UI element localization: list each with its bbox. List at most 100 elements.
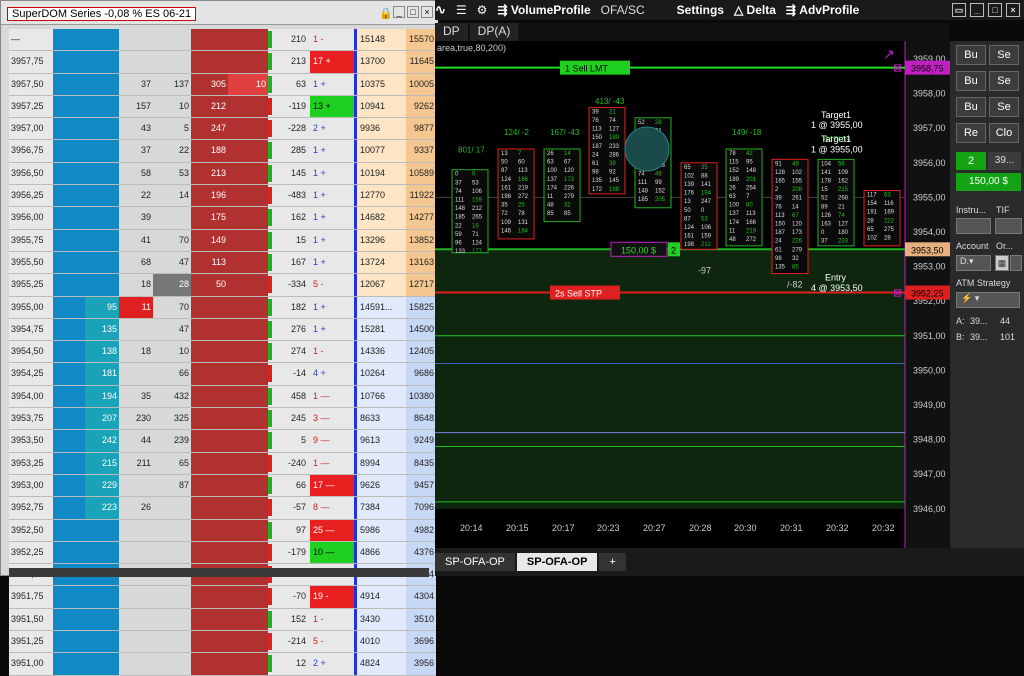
dom-cell-a[interactable] — [53, 185, 85, 207]
dom-cell-a[interactable] — [53, 452, 85, 474]
sell-button[interactable]: Se — [989, 97, 1019, 117]
dom-cell-f[interactable] — [228, 296, 268, 318]
dom-cell-c[interactable]: 41 — [119, 229, 153, 251]
dom-cell-f[interactable] — [228, 653, 268, 675]
dom-cell-b[interactable] — [85, 185, 119, 207]
dom-cell-b[interactable] — [85, 541, 119, 564]
dom-row[interactable]: 3952,75 223 26 -57 8 —7384 7096 — [9, 497, 436, 520]
dom-cell-b[interactable] — [85, 631, 119, 653]
delta-button[interactable]: △ Delta — [734, 3, 776, 17]
dom-cell-b[interactable] — [85, 162, 119, 185]
dom-cell-e[interactable] — [191, 296, 228, 318]
dom-cell-d[interactable] — [153, 631, 191, 653]
dom-cell-b[interactable]: 138 — [85, 341, 119, 363]
dom-cell-c[interactable] — [119, 586, 153, 608]
dom-cell-b[interactable]: 194 — [85, 385, 119, 408]
dom-cell-d[interactable]: 239 — [153, 430, 191, 452]
dom-row[interactable]: 3952,50 97 25 —5986 4982 — [9, 519, 436, 542]
dom-cell-b[interactable] — [85, 653, 119, 675]
dom-cell-f[interactable] — [228, 95, 268, 118]
minimize-icon[interactable]: _ — [393, 6, 405, 18]
tif-select[interactable] — [995, 218, 1022, 234]
dom-row[interactable]: 3951,50 152 1 -3430 3510 — [9, 608, 436, 632]
dom-cell-b[interactable]: 135 — [85, 318, 119, 341]
dom-cell-c[interactable]: 11 — [119, 296, 153, 318]
dom-cell-c[interactable]: 58 — [119, 162, 153, 185]
dom-row[interactable]: 3954,00 194 35 432 458 1 —10766 10380 — [9, 385, 436, 409]
dom-cell-a[interactable] — [53, 586, 85, 608]
dom-cell-a[interactable] — [53, 653, 85, 675]
list-icon[interactable]: ☰ — [456, 3, 467, 17]
dom-cell-f[interactable] — [228, 229, 268, 251]
atm-select[interactable]: ⚡ ▾ — [956, 292, 1020, 308]
ofa-button[interactable]: OFA/SC — [601, 3, 645, 17]
dom-cell-c[interactable]: 37 — [119, 73, 153, 95]
dom-row[interactable]: 3953,00 229 87 66 17 —9626 9457 — [9, 474, 436, 498]
dom-cell-d[interactable]: 10 — [153, 95, 191, 118]
dom-cell-a[interactable] — [53, 497, 85, 519]
dom-cell-c[interactable]: 44 — [119, 430, 153, 452]
dom-cell-c[interactable]: 211 — [119, 452, 153, 474]
dom-row[interactable]: 3955,00 95 11 70 182 1 +14591... 15825 — [9, 296, 436, 319]
buy-button[interactable]: Bu — [956, 45, 986, 65]
dom-row[interactable]: 3951,00 12 2 +4824 3956 — [9, 653, 436, 676]
dom-cell-a[interactable] — [53, 207, 85, 229]
dom-cell-a[interactable] — [53, 51, 85, 73]
dom-row[interactable]: 3951,25 -214 5 -4010 3696 — [9, 631, 436, 654]
dom-cell-d[interactable]: 47 — [153, 318, 191, 341]
dom-cell-a[interactable] — [53, 519, 85, 541]
dom-cell-f[interactable] — [228, 452, 268, 474]
dom-cell-b[interactable]: 223 — [85, 497, 119, 519]
dom-cell-a[interactable] — [53, 229, 85, 251]
dom-cell-d[interactable]: 70 — [153, 296, 191, 318]
dom-cell-c[interactable]: 18 — [119, 274, 153, 296]
dom-cell-e[interactable] — [191, 363, 228, 385]
dom-cell-a[interactable] — [53, 385, 85, 408]
dom-row[interactable]: 3955,50 68 47 113 167 1 +13724 13163 — [9, 251, 436, 275]
dom-cell-d[interactable]: 87 — [153, 474, 191, 497]
volumeprofile-icon[interactable]: ⇶ VolumeProfile — [497, 3, 590, 17]
dom-cell-b[interactable] — [85, 519, 119, 541]
dom-cell-a[interactable] — [53, 140, 85, 162]
dom-cell-c[interactable]: 157 — [119, 95, 153, 118]
dom-row[interactable]: 3956,50 58 53 213 145 1 +10194 10589 — [9, 162, 436, 186]
dom-cell-d[interactable] — [153, 608, 191, 631]
superdom-titlebar[interactable]: SuperDOM Series -0,08 % ES 06-21 🔒 _ □ × — [1, 1, 438, 25]
add-tab-button[interactable]: + — [599, 553, 626, 571]
dom-cell-f[interactable] — [228, 497, 268, 519]
dom-cell-e[interactable] — [191, 341, 228, 363]
dom-row[interactable]: 3952,25 -179 10 —4866 4376 — [9, 541, 436, 565]
dom-row[interactable]: 3954,50 138 18 10 274 1 -14336 12405 — [9, 341, 436, 364]
dom-row[interactable]: 3953,50 242 44 239 5 9 —9613 9249 — [9, 430, 436, 453]
calendar-icon[interactable]: ▦ — [995, 255, 1009, 271]
dom-cell-e[interactable]: 213 — [191, 162, 228, 185]
order-select[interactable] — [1010, 255, 1022, 271]
dom-cell-c[interactable]: 68 — [119, 251, 153, 274]
advprofile-button[interactable]: ⇶ AdvProfile — [786, 3, 859, 17]
close-icon[interactable]: × — [1006, 3, 1020, 17]
settings-icon[interactable]: ⚙ — [477, 3, 488, 17]
dom-cell-b[interactable] — [85, 608, 119, 631]
tab-dpa[interactable]: DP(A) — [469, 23, 519, 41]
chart-icon[interactable]: ∿ — [435, 2, 446, 18]
dom-cell-c[interactable]: 43 — [119, 118, 153, 140]
dom-cell-d[interactable] — [153, 586, 191, 608]
dom-cell-f[interactable] — [228, 408, 268, 430]
dom-cell-f[interactable] — [228, 274, 268, 296]
dom-cell-d[interactable]: 66 — [153, 363, 191, 385]
dom-cell-e[interactable]: 196 — [191, 185, 228, 207]
dom-cell-b[interactable] — [85, 51, 119, 73]
tab-sp-ofa-op-active[interactable]: SP-OFA-OP — [516, 553, 598, 571]
sell-button[interactable]: Se — [989, 45, 1019, 65]
dom-cell-a[interactable] — [53, 363, 85, 385]
dom-row[interactable]: 3951,75 -70 19 -4914 4304 — [9, 586, 436, 609]
dom-cell-d[interactable]: 70 — [153, 229, 191, 251]
dom-cell-e[interactable] — [191, 474, 228, 497]
dom-cell-c[interactable]: 37 — [119, 140, 153, 162]
dom-cell-a[interactable] — [53, 608, 85, 631]
dom-cell-a[interactable] — [53, 274, 85, 296]
window-icon[interactable]: ▭ — [952, 3, 966, 17]
dom-row[interactable]: 3955,75 41 70 149 15 1 +13296 13852 — [9, 229, 436, 252]
dom-row[interactable]: 3953,75 207 230 325 245 3 —8633 8648 — [9, 408, 436, 431]
dom-cell-a[interactable] — [53, 318, 85, 341]
